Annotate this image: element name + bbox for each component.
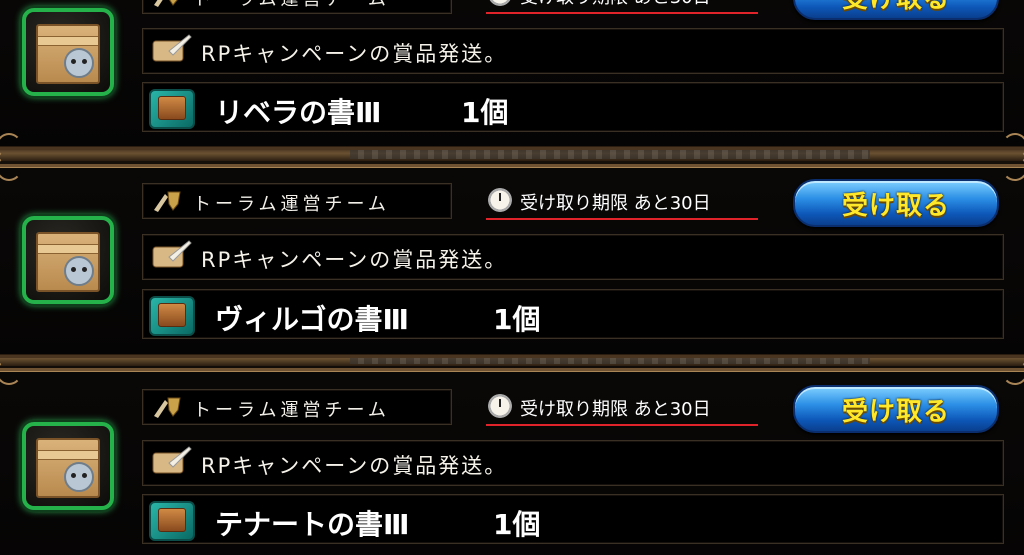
deadline-label: 受け取り期限 あと30日 <box>486 186 758 220</box>
package-box-icon <box>22 216 114 304</box>
book-icon <box>149 89 195 129</box>
item-name: テナートの書Ⅲ <box>215 508 410 541</box>
sender-name: トーラム運営チーム <box>193 0 390 11</box>
reward-item-row: テナートの書Ⅲ 1個 <box>142 494 1004 544</box>
sender-panel: トーラム運営チーム <box>142 389 452 425</box>
item-quantity: 1個 <box>493 508 541 541</box>
book-icon <box>149 501 195 541</box>
scroll-quill-icon <box>152 240 192 268</box>
claim-button[interactable]: 受け取る <box>793 385 999 433</box>
deadline-underline <box>486 12 758 14</box>
package-box-icon <box>22 422 114 510</box>
message-text: RPキャンペーンの賞品発送。 <box>201 454 508 478</box>
package-box-icon <box>22 8 114 96</box>
claim-button-label: 受け取る <box>841 190 950 221</box>
deadline-text: 受け取り期限 あと30日 <box>520 0 711 9</box>
reward-item-row: リベラの書Ⅲ 1個 <box>142 82 1004 132</box>
message-panel: RPキャンペーンの賞品発送。 <box>142 440 1004 486</box>
deadline-underline <box>486 424 758 426</box>
deadline-text: 受け取り期限 あと30日 <box>520 399 711 420</box>
sender-name: トーラム運営チーム <box>193 400 390 421</box>
message-panel: RPキャンペーンの賞品発送。 <box>142 234 1004 280</box>
stopwatch-icon <box>488 0 512 6</box>
hero-emblem-icon <box>154 397 181 418</box>
deadline-text: 受け取り期限 あと30日 <box>520 193 711 214</box>
item-quantity: 1個 <box>461 96 509 129</box>
deadline-label: 受け取り期限 あと30日 <box>486 392 758 426</box>
claim-button[interactable]: 受け取る <box>793 179 999 227</box>
stopwatch-icon <box>488 188 512 212</box>
sender-panel: トーラム運営チーム <box>142 183 452 219</box>
reward-item-row: ヴィルゴの書Ⅲ 1個 <box>142 289 1004 339</box>
sender-name: トーラム運営チーム <box>193 194 390 215</box>
deadline-underline <box>486 218 758 220</box>
message-text: RPキャンペーンの賞品発送。 <box>201 42 508 66</box>
item-quantity: 1個 <box>493 303 541 336</box>
message-text: RPキャンペーンの賞品発送。 <box>201 248 508 272</box>
hero-emblem-icon <box>154 0 178 7</box>
deadline-label: 受け取り期限 あと30日 <box>486 0 758 14</box>
message-panel: RPキャンペーンの賞品発送。 <box>142 28 1004 74</box>
mailbox-screen: トーラム運営チーム 受け取り期限 あと30日 受け取る RPキャンペーンの賞品発… <box>0 0 1024 555</box>
claim-button[interactable]: 受け取る <box>793 0 999 20</box>
stopwatch-icon <box>488 394 512 418</box>
claim-button-label: 受け取る <box>842 0 950 15</box>
scroll-quill-icon <box>152 446 192 474</box>
sender-panel: トーラム運営チーム <box>142 0 452 14</box>
item-name: リベラの書Ⅲ <box>215 96 382 129</box>
hero-emblem-icon <box>154 191 181 212</box>
item-name: ヴィルゴの書Ⅲ <box>215 303 409 336</box>
scroll-quill-icon <box>152 34 192 62</box>
book-icon <box>149 296 195 336</box>
claim-button-label: 受け取る <box>841 396 950 427</box>
